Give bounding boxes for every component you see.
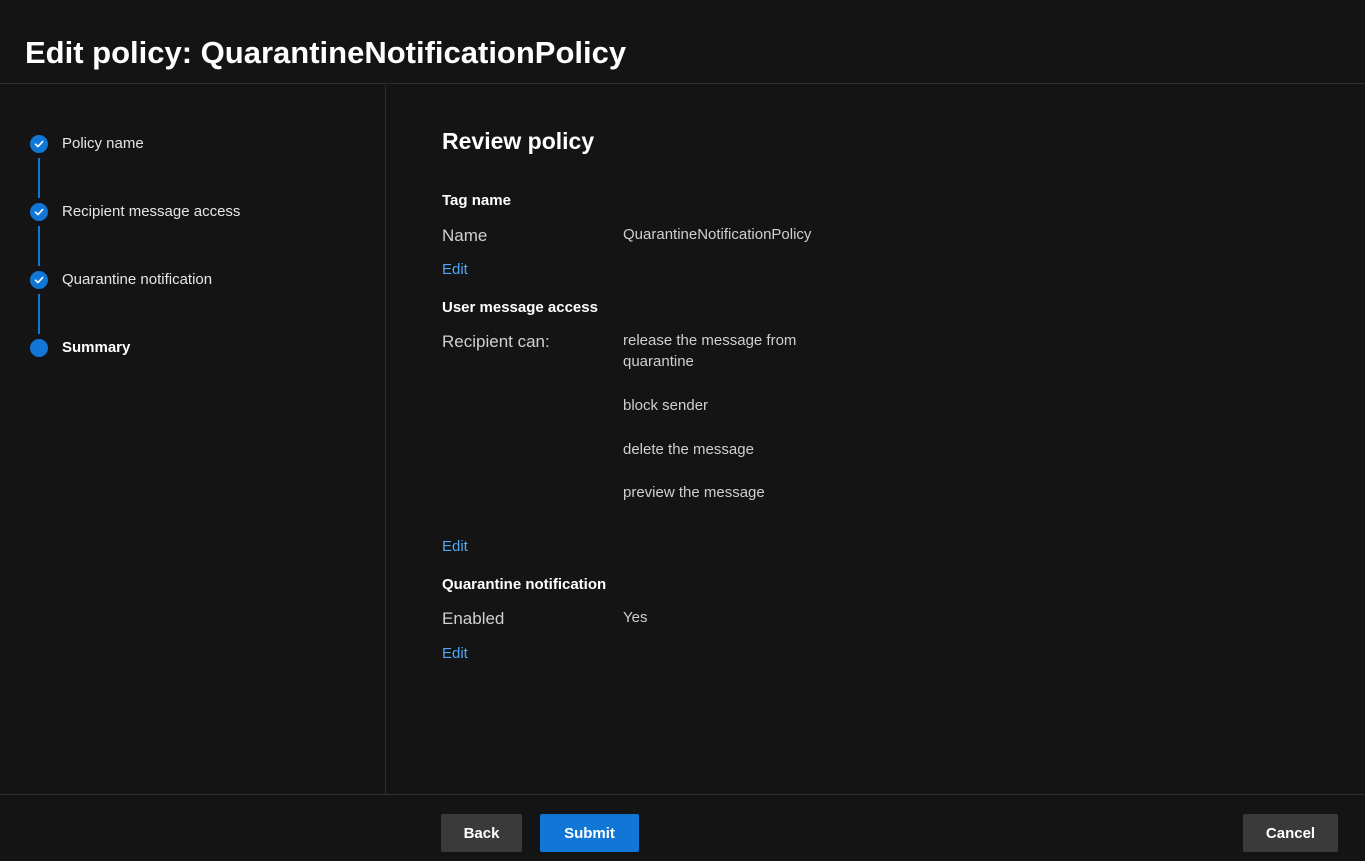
section-title: Review policy (442, 128, 595, 154)
step-connector (38, 226, 40, 266)
user-message-access-heading: User message access (442, 299, 598, 316)
step-recipient-message-access[interactable]: Recipient message access (30, 203, 370, 223)
tag-name-heading: Tag name (442, 192, 511, 209)
checkmark-icon (30, 271, 48, 289)
step-summary[interactable]: Summary (30, 339, 370, 359)
edit-policy-wizard: Edit policy: QuarantineNotificationPolic… (0, 0, 1365, 861)
edit-user-message-access-link[interactable]: Edit (442, 537, 468, 557)
submit-button[interactable]: Submit (540, 814, 639, 852)
cancel-button[interactable]: Cancel (1243, 814, 1338, 852)
back-button[interactable]: Back (441, 814, 522, 852)
step-connector (38, 294, 40, 334)
quarantine-notification-heading: Quarantine notification (442, 576, 607, 593)
permission-item: delete the message (623, 441, 754, 458)
page-title: Edit policy: QuarantineNotificationPolic… (25, 35, 627, 70)
step-label: Summary (62, 339, 131, 356)
header: Edit policy: QuarantineNotificationPolic… (0, 0, 1365, 84)
name-label: Name (442, 226, 488, 245)
wizard-steps-panel: Policy name Recipient message access Qua… (0, 85, 386, 794)
step-label: Policy name (62, 135, 144, 152)
permission-item: block sender (623, 397, 709, 414)
edit-quarantine-notification-link[interactable]: Edit (442, 644, 468, 664)
checkmark-icon (30, 203, 48, 221)
recipient-can-label: Recipient can: (442, 332, 550, 351)
enabled-value: Yes (623, 609, 648, 626)
permission-item: quarantine (623, 353, 694, 370)
step-label: Quarantine notification (62, 271, 213, 288)
enabled-label: Enabled (442, 609, 505, 628)
name-value: QuarantineNotificationPolicy (623, 226, 812, 243)
wizard-footer: Back Submit Cancel (0, 794, 1365, 861)
review-content: Review policy Tag name Name QuarantineNo… (387, 85, 1365, 794)
step-connector (38, 158, 40, 198)
step-quarantine-notification[interactable]: Quarantine notification (30, 271, 370, 291)
current-step-dot-icon (30, 339, 48, 357)
permission-item: release the message from (623, 332, 797, 349)
edit-tag-name-link[interactable]: Edit (442, 260, 468, 280)
permission-item: preview the message (623, 484, 765, 501)
checkmark-icon (30, 135, 48, 153)
step-policy-name[interactable]: Policy name (30, 135, 370, 155)
step-label: Recipient message access (62, 203, 241, 220)
